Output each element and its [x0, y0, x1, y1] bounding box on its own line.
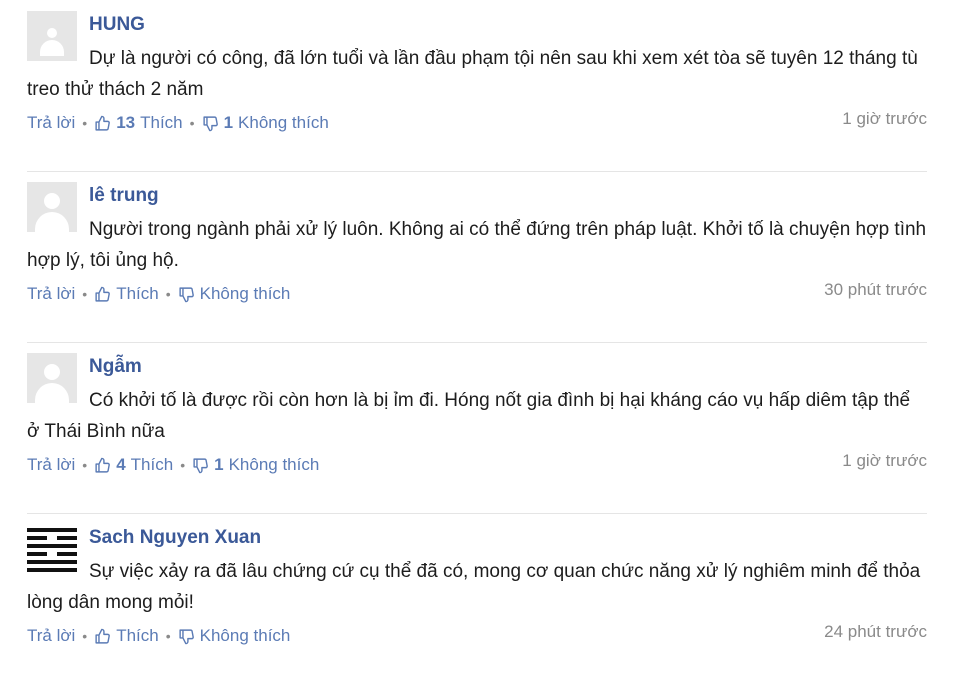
reply-link[interactable]: Trả lời: [27, 284, 75, 304]
comment-text: Sự việc xảy ra đã lâu chứng cứ cụ thể đã…: [27, 561, 921, 613]
comment-timestamp: 1 giờ trước: [842, 451, 927, 470]
reply-link[interactable]: Trả lời: [27, 113, 75, 133]
comment-item: lê trung Người trong ngành phải xử lý lu…: [27, 182, 927, 353]
separator: •: [82, 628, 88, 644]
like-button[interactable]: 13 Thích: [94, 113, 183, 133]
like-label: Thích: [116, 626, 159, 645]
like-count: 4: [116, 455, 126, 474]
dislike-label: Không thích: [228, 455, 320, 474]
separator: •: [165, 628, 171, 644]
comment-author[interactable]: Ngẫm: [89, 356, 142, 378]
dislike-count: 1: [223, 113, 234, 132]
separator: •: [189, 115, 195, 131]
separator: •: [165, 286, 171, 302]
like-button[interactable]: 4 Thích: [94, 455, 173, 475]
comment-author[interactable]: HUNG: [89, 14, 145, 36]
dislike-label: Không thích: [238, 113, 329, 132]
comment-text: Có khởi tố là được rồi còn hơn là bị ỉm …: [27, 390, 911, 442]
like-label: Thích: [116, 284, 159, 303]
thumbs-up-icon: [94, 115, 111, 132]
thumbs-down-icon: [178, 286, 195, 303]
comment-actions: Trả lời • 4 Thích • 1 Không thích: [27, 455, 319, 475]
dislike-button[interactable]: Không thích: [178, 284, 291, 304]
separator: •: [82, 457, 88, 473]
comment-text: Người trong ngành phải xử lý luôn. Không…: [27, 219, 927, 271]
dislike-button[interactable]: 1 Không thích: [192, 455, 319, 475]
thumbs-up-icon: [94, 457, 111, 474]
comment-item: Sach Nguyen Xuan Sự việc xảy ra đã lâu c…: [27, 524, 927, 695]
comment-actions: Trả lời • Thích • Không thích: [27, 626, 290, 646]
comment-timestamp: 30 phút trước: [824, 280, 927, 299]
like-button[interactable]: Thích: [94, 284, 159, 304]
separator: •: [180, 457, 186, 473]
thumbs-down-icon: [178, 628, 195, 645]
comment-timestamp: 24 phút trước: [824, 622, 927, 641]
separator: •: [82, 115, 88, 131]
comment-timestamp: 1 giờ trước: [842, 109, 927, 128]
separator: •: [82, 286, 88, 302]
thumbs-up-icon: [94, 286, 111, 303]
comment-author[interactable]: Sach Nguyen Xuan: [89, 527, 261, 549]
comment-actions: Trả lời • 13 Thích • 1 Không thích: [27, 113, 329, 133]
thumbs-up-icon: [94, 628, 111, 645]
dislike-label: Không thích: [199, 626, 291, 645]
dislike-button[interactable]: 1 Không thích: [202, 113, 329, 133]
like-label: Thích: [140, 113, 183, 132]
comment-actions: Trả lời • Thích • Không thích: [27, 284, 290, 304]
dislike-count: 1: [214, 455, 224, 474]
comment-list: HUNG Dự là người có công, đã lớn tuổi và…: [0, 0, 963, 665]
thumbs-down-icon: [202, 115, 219, 132]
comment-author[interactable]: lê trung: [89, 185, 159, 207]
reply-link[interactable]: Trả lời: [27, 455, 75, 475]
like-count: 13: [116, 113, 136, 132]
comment-text: Dự là người có công, đã lớn tuổi và lần …: [27, 48, 918, 100]
dislike-button[interactable]: Không thích: [178, 626, 291, 646]
like-label: Thích: [130, 455, 174, 474]
reply-link[interactable]: Trả lời: [27, 626, 75, 646]
comment-item: HUNG Dự là người có công, đã lớn tuổi và…: [27, 11, 927, 182]
comment-item: Ngẫm Có khởi tố là được rồi còn hơn là b…: [27, 353, 927, 524]
dislike-label: Không thích: [199, 284, 291, 303]
like-button[interactable]: Thích: [94, 626, 159, 646]
thumbs-down-icon: [192, 457, 209, 474]
